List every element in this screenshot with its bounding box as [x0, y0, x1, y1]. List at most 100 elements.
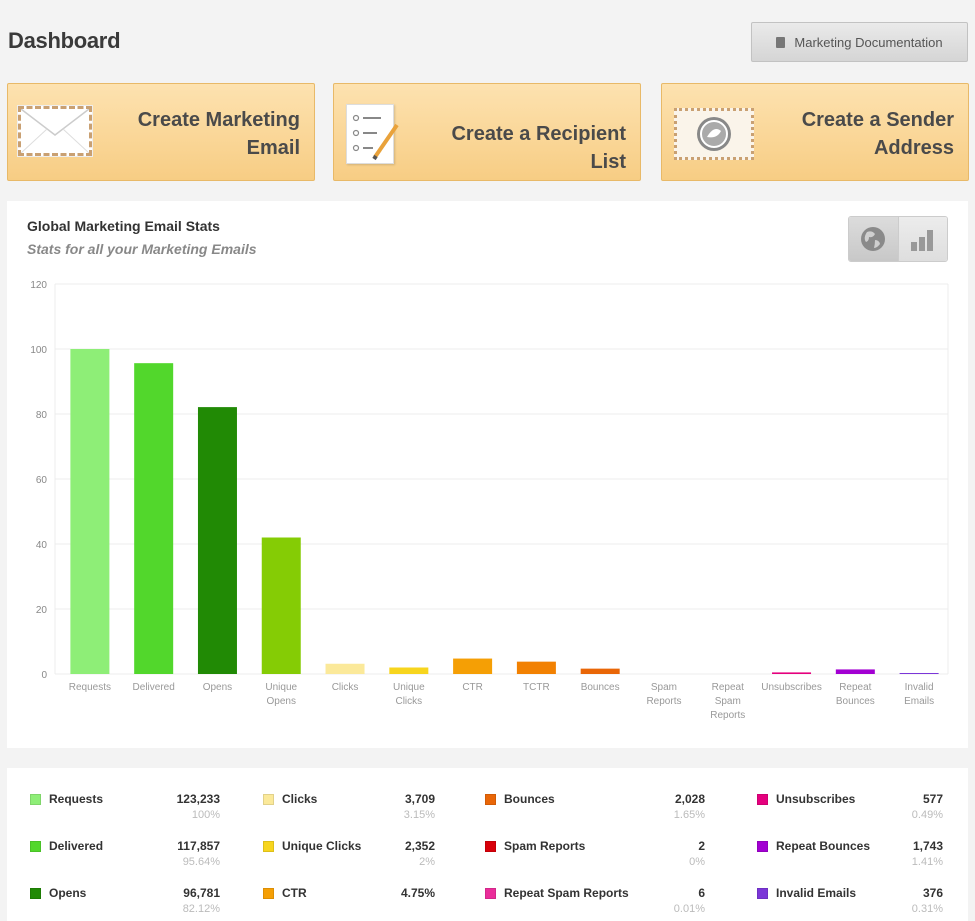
bar: [325, 663, 365, 674]
legend-item: Unique Clicks 2,352 2%: [263, 839, 435, 879]
legend-percent: 2%: [419, 856, 435, 868]
create-sender-address-button[interactable]: Create a Sender Address: [661, 83, 969, 181]
legend-item: Requests 123,233 100%: [30, 792, 220, 832]
legend-item: Bounces 2,028 1.65%: [485, 792, 705, 832]
y-tick-label: 80: [36, 410, 48, 421]
x-tick-label: Repeat: [839, 682, 871, 693]
legend-item: Delivered 117,857 95.64%: [30, 839, 220, 879]
legend-item: Spam Reports 2 0%: [485, 839, 705, 879]
legend-value: 2: [698, 839, 705, 853]
legend-swatch: [485, 841, 496, 852]
legend-item: Repeat Bounces 1,743 1.41%: [757, 839, 943, 879]
legend-name: CTR: [282, 886, 307, 900]
y-tick-label: 20: [36, 605, 48, 616]
legend-name: Delivered: [49, 839, 104, 853]
legend-name: Unique Clicks: [282, 839, 362, 853]
x-tick-label: Reports: [710, 710, 745, 721]
x-tick-label: Bounces: [581, 682, 620, 693]
legend-value: 577: [922, 792, 943, 806]
x-tick-label: Repeat: [712, 682, 744, 693]
x-tick-label: Clicks: [332, 682, 359, 693]
bar: [516, 661, 556, 674]
legend-percent: 0.31%: [911, 903, 943, 915]
y-tick-label: 40: [36, 540, 48, 551]
legend-swatch: [263, 841, 274, 852]
legend-value: 2,352: [404, 839, 435, 853]
legend-name: Repeat Bounces: [776, 839, 871, 853]
legend-value: 117,857: [177, 839, 220, 853]
legend-name: Spam Reports: [504, 839, 586, 853]
checklist-icon: [346, 104, 399, 164]
create-recipient-list-button[interactable]: Create a Recipient List: [333, 83, 641, 181]
x-tick-label: CTR: [462, 682, 483, 693]
legend-value: 376: [922, 886, 943, 900]
legend-name: Opens: [49, 886, 87, 900]
legend-swatch: [757, 888, 768, 899]
legend-percent: 0.49%: [911, 809, 943, 821]
legend-value: 3,709: [404, 792, 435, 806]
marketing-documentation-label: Marketing Documentation: [794, 34, 943, 50]
x-tick-label: Opens: [267, 696, 296, 707]
legend-item: Clicks 3,709 3.15%: [263, 792, 435, 832]
x-tick-label: Unsubscribes: [761, 682, 822, 693]
legend-name: Requests: [49, 792, 104, 806]
y-tick-label: 100: [30, 345, 47, 356]
legend-item: Unsubscribes 577 0.49%: [757, 792, 943, 832]
page-title: Dashboard: [8, 28, 121, 53]
y-tick-label: 60: [36, 475, 48, 486]
x-tick-label: Reports: [646, 696, 681, 707]
bar: [134, 363, 174, 674]
legend-swatch: [30, 888, 41, 899]
legend-percent: 1.41%: [911, 856, 943, 868]
legend-percent: 0%: [689, 856, 705, 868]
legend-value: 96,781: [183, 886, 220, 900]
bar: [835, 669, 875, 674]
legend-swatch: [757, 841, 768, 852]
legend-swatch: [263, 888, 274, 899]
create-list-line-2: List: [590, 151, 626, 173]
x-tick-label: Spam: [715, 696, 741, 707]
legend-name: Repeat Spam Reports: [504, 886, 629, 900]
header: Dashboard Marketing Documentation: [0, 0, 975, 78]
stats-legend-panel: Requests 123,233 100% Delivered 117,857 95.64…: [7, 768, 968, 921]
x-tick-label: Unique: [265, 682, 297, 693]
x-tick-label: Invalid: [905, 682, 934, 693]
create-sender-line-2: Address: [873, 137, 954, 159]
legend-swatch: [485, 888, 496, 899]
x-tick-label: Bounces: [836, 696, 875, 707]
legend-name: Bounces: [504, 792, 555, 806]
legend-name: Unsubscribes: [776, 792, 856, 806]
legend-item: CTR 4.75%: [263, 886, 435, 921]
bar: [899, 672, 939, 674]
stats-bar-chart: 0 20 40 60 80 100 120 Requests Delivered Opens Uni…: [30, 280, 949, 721]
create-email-line-1: Create Marketing: [137, 109, 300, 131]
stamp-icon: [674, 108, 754, 160]
x-tick-label: Unique: [393, 682, 425, 693]
legend-percent: 100%: [191, 809, 220, 821]
x-tick-label: TCTR: [523, 682, 550, 693]
legend-name: Clicks: [282, 792, 318, 806]
legend-value: 123,233: [176, 792, 220, 806]
legend-item: Invalid Emails 376 0.31%: [757, 886, 943, 921]
y-tick-label: 0: [41, 670, 47, 681]
legend-item: Opens 96,781 82.12%: [30, 886, 220, 921]
book-icon: [776, 36, 786, 48]
bar: [261, 537, 301, 674]
legend-percent: 1.65%: [673, 809, 705, 821]
legend-swatch: [757, 794, 768, 805]
create-marketing-email-button[interactable]: Create Marketing Email: [7, 83, 315, 181]
bar: [197, 407, 237, 674]
legend-percent: 3.15%: [403, 809, 435, 821]
x-tick-label: Emails: [904, 696, 934, 707]
legend-percent: 95.64%: [182, 856, 220, 868]
marketing-documentation-button[interactable]: Marketing Documentation: [751, 22, 968, 62]
legend-value: 2,028: [674, 792, 705, 806]
y-tick-label: 120: [30, 280, 47, 291]
legend-value: 4.75%: [400, 886, 435, 900]
bar: [453, 658, 493, 674]
create-list-line-1: Create a Recipient: [451, 123, 626, 145]
x-tick-label: Clicks: [395, 696, 422, 707]
x-tick-label: Delivered: [133, 682, 175, 693]
create-email-line-2: Email: [246, 137, 300, 159]
legend-value: 1,743: [912, 839, 943, 853]
